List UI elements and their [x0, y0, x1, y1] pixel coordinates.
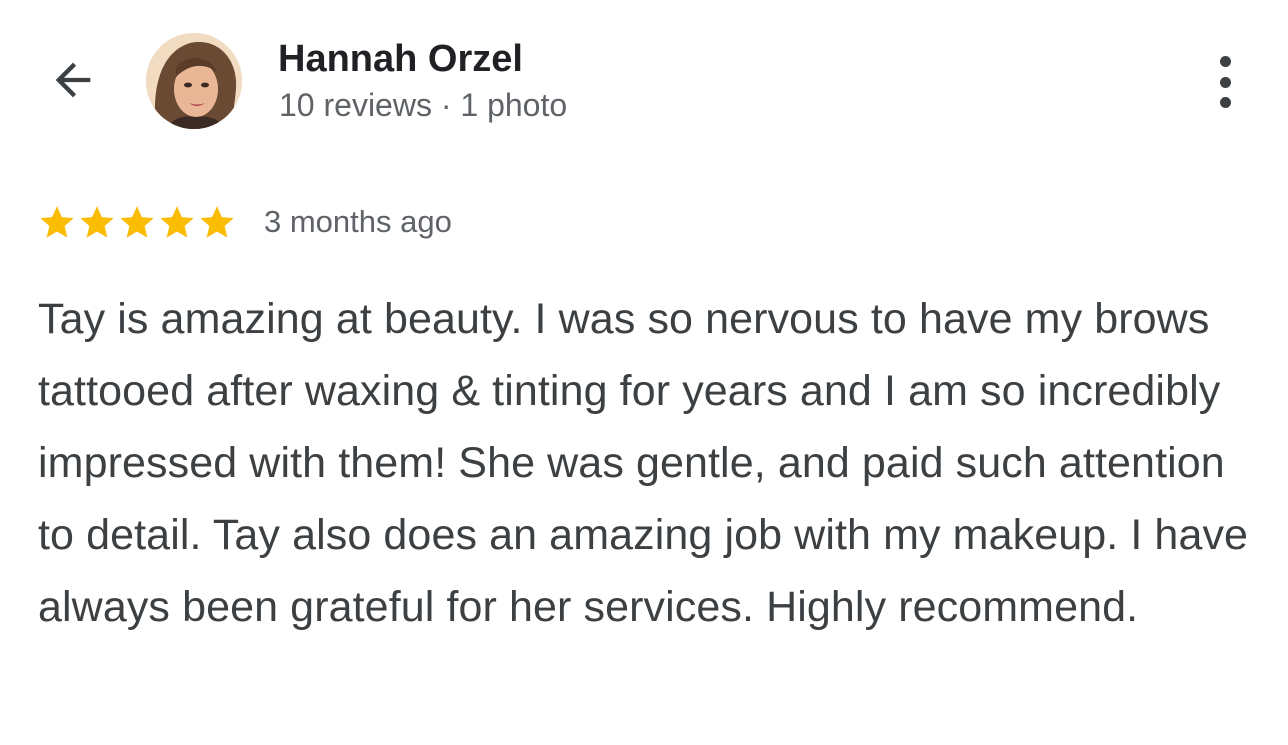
more-vert-icon-dot [1219, 76, 1231, 88]
review-text: Tay is amazing at beauty. I was so nervo… [38, 295, 1249, 631]
star-icon [200, 206, 234, 238]
more-vert-icon [1219, 56, 1231, 67]
star-icon [80, 206, 114, 238]
more-vert-icon-dot [1219, 97, 1231, 108]
avatar[interactable] [146, 33, 242, 129]
back-button[interactable] [40, 50, 106, 110]
star-icon [160, 206, 194, 238]
more-options-button[interactable] [1200, 50, 1250, 114]
arrow-back-icon [55, 62, 91, 98]
rating-row: 3 months ago [36, 200, 452, 244]
reviewer-header: Hannah Orzel 10 reviews · 1 photo [0, 0, 1288, 160]
star-icon [40, 206, 74, 238]
avatar-photo [146, 33, 242, 129]
review-time: 3 months ago [264, 204, 452, 239]
star-rating [36, 202, 236, 242]
star-icon [120, 206, 154, 238]
reviewer-name[interactable]: Hannah Orzel [278, 36, 523, 82]
reviewer-meta: 10 reviews · 1 photo [279, 87, 568, 123]
